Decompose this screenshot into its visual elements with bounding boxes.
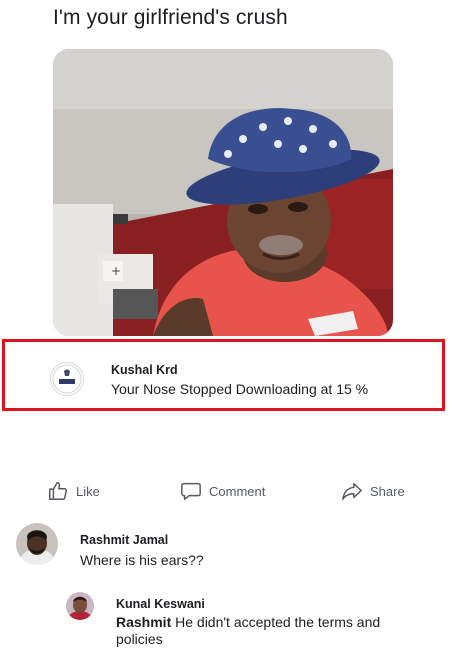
comment-author[interactable]: Rashmit Jamal (80, 533, 168, 547)
comment-label: Comment (209, 483, 266, 499)
post-photo-image: + (53, 49, 393, 336)
reply-mention[interactable]: Rashmit (116, 614, 171, 630)
krd-logo-icon (52, 364, 82, 394)
reply-author[interactable]: Kunal Keswani (116, 597, 205, 611)
thumbs-up-icon (49, 482, 67, 500)
kushal-krd-avatar[interactable] (50, 362, 84, 396)
like-label: Like (76, 483, 100, 499)
share-label: Share (370, 483, 405, 499)
reply-text: Rashmit He didn't accepted the terms and… (116, 614, 436, 648)
avatar-image (16, 523, 58, 565)
comment-button[interactable]: Comment (180, 480, 265, 502)
share-button[interactable]: Share (341, 480, 405, 502)
post-caption: I'm your girlfriend's crush (53, 6, 288, 29)
post-action-bar: Like Comment Share (0, 476, 450, 506)
highlighted-comment-text: Your Nose Stopped Downloading at 15 % (111, 381, 369, 397)
comment-text: Where is his ears?? (80, 552, 204, 568)
like-button[interactable]: Like (47, 480, 100, 502)
rashmit-jamal-avatar[interactable] (16, 523, 58, 565)
reply-text-line1: He didn't accepted the terms and (171, 614, 381, 630)
highlighted-comment-author[interactable]: Kushal Krd (111, 363, 178, 377)
comment-bubble-icon (181, 482, 201, 500)
post-photo[interactable]: + (53, 49, 393, 336)
reply-text-line2: policies (116, 631, 163, 647)
share-arrow-icon (342, 482, 362, 500)
kunal-keswani-avatar[interactable] (66, 592, 94, 620)
avatar-image (66, 592, 94, 620)
svg-text:+: + (111, 264, 121, 278)
